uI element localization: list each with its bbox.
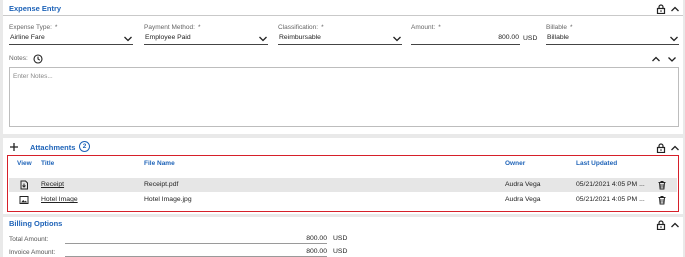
invoice-amount-label: Invoice Amount:	[9, 249, 56, 256]
image-icon[interactable]	[19, 195, 29, 205]
clock-icon[interactable]	[33, 54, 43, 64]
total-amount-underline	[65, 243, 327, 244]
classification-select[interactable]: Reimbursable	[278, 33, 402, 45]
column-header-title[interactable]: Title	[41, 160, 54, 167]
billable-label: Billable *	[546, 24, 573, 31]
attachments-count-badge: 2	[79, 141, 90, 152]
billing-options-title: Billing Options	[9, 219, 63, 228]
expense-type-label: Expense Type: *	[9, 24, 58, 31]
payment-method-value: Employee Paid	[145, 34, 191, 41]
trash-icon[interactable]	[657, 195, 667, 205]
billing-options-header-icons	[656, 220, 680, 230]
total-amount-currency: USD	[333, 235, 348, 242]
divider	[3, 15, 683, 16]
amount-value: 800.00	[498, 34, 519, 41]
column-header-view[interactable]: View	[17, 160, 32, 167]
expense-type-value: Airline Fare	[10, 34, 45, 41]
chevron-down-icon	[123, 34, 133, 43]
chevron-down-icon[interactable]	[667, 54, 677, 64]
chevron-down-icon	[392, 34, 402, 43]
attachments-header-icons	[656, 143, 680, 153]
file-download-icon[interactable]	[19, 180, 29, 190]
lock-icon[interactable]	[656, 4, 666, 14]
classification-label: Classification: *	[278, 24, 324, 31]
attachment-last-updated: 05/21/2021 4:05 PM ...	[576, 181, 645, 188]
collapse-chevron-up-icon[interactable]	[670, 4, 680, 14]
attachment-owner: Audra Vega	[505, 181, 541, 188]
attachment-title-link[interactable]: Receipt	[41, 181, 64, 188]
column-header-owner[interactable]: Owner	[505, 160, 525, 167]
notes-label: Notes:	[9, 55, 28, 62]
total-amount-label: Total Amount:	[9, 236, 49, 243]
column-header-last-updated[interactable]: Last Updated	[576, 160, 617, 167]
collapse-chevron-up-icon[interactable]	[670, 220, 680, 230]
lock-icon[interactable]	[656, 143, 666, 153]
table-row[interactable]: Receipt Receipt.pdf Audra Vega 05/21/202…	[9, 178, 677, 192]
invoice-amount-value: 800.00	[306, 248, 327, 255]
chevron-up-icon[interactable]	[651, 54, 661, 64]
chevron-down-icon	[669, 34, 679, 43]
expense-entry-header-icons	[656, 4, 680, 14]
payment-method-select[interactable]: Employee Paid	[144, 33, 268, 45]
attachment-last-updated: 05/21/2021 4:05 PM ...	[576, 196, 645, 203]
payment-method-label: Payment Method: *	[144, 24, 201, 31]
expense-type-select[interactable]: Airline Fare	[9, 33, 133, 45]
billable-select[interactable]: Billable	[546, 33, 679, 45]
lock-icon[interactable]	[656, 220, 666, 230]
attachment-file-name: Hotel Image.jpg	[144, 196, 192, 203]
expense-entry-title: Expense Entry	[9, 4, 62, 13]
table-row[interactable]: Hotel Image Hotel Image.jpg Audra Vega 0…	[9, 193, 677, 207]
billable-value: Billable	[547, 34, 569, 41]
amount-input[interactable]: 800.00	[411, 33, 520, 45]
amount-label: Amount: *	[411, 24, 441, 31]
trash-icon[interactable]	[657, 180, 667, 190]
billing-options-panel: Billing Options Total Amount: 800.00 USD…	[3, 217, 683, 257]
amount-currency: USD	[523, 35, 538, 42]
total-amount-value: 800.00	[306, 235, 327, 242]
notes-placeholder: Enter Notes...	[13, 73, 53, 80]
chevron-down-icon	[258, 34, 268, 43]
invoice-amount-currency: USD	[333, 248, 348, 255]
attachment-title-link[interactable]: Hotel Image	[41, 196, 78, 203]
column-header-file-name[interactable]: File Name	[144, 160, 175, 167]
attachments-panel: Attachments 2 View Title File Name Owner…	[3, 138, 683, 214]
notes-expand-controls	[651, 54, 677, 64]
expense-entry-panel: Expense Entry Expense Type: * Airline Far…	[3, 0, 683, 134]
notes-textarea[interactable]: Enter Notes...	[9, 67, 679, 127]
attachment-file-name: Receipt.pdf	[144, 181, 179, 188]
attachment-owner: Audra Vega	[505, 196, 541, 203]
add-attachment-plus-icon[interactable]	[9, 142, 19, 152]
classification-value: Reimbursable	[279, 34, 321, 41]
attachments-title: Attachments	[30, 143, 76, 152]
collapse-chevron-up-icon[interactable]	[670, 143, 680, 153]
